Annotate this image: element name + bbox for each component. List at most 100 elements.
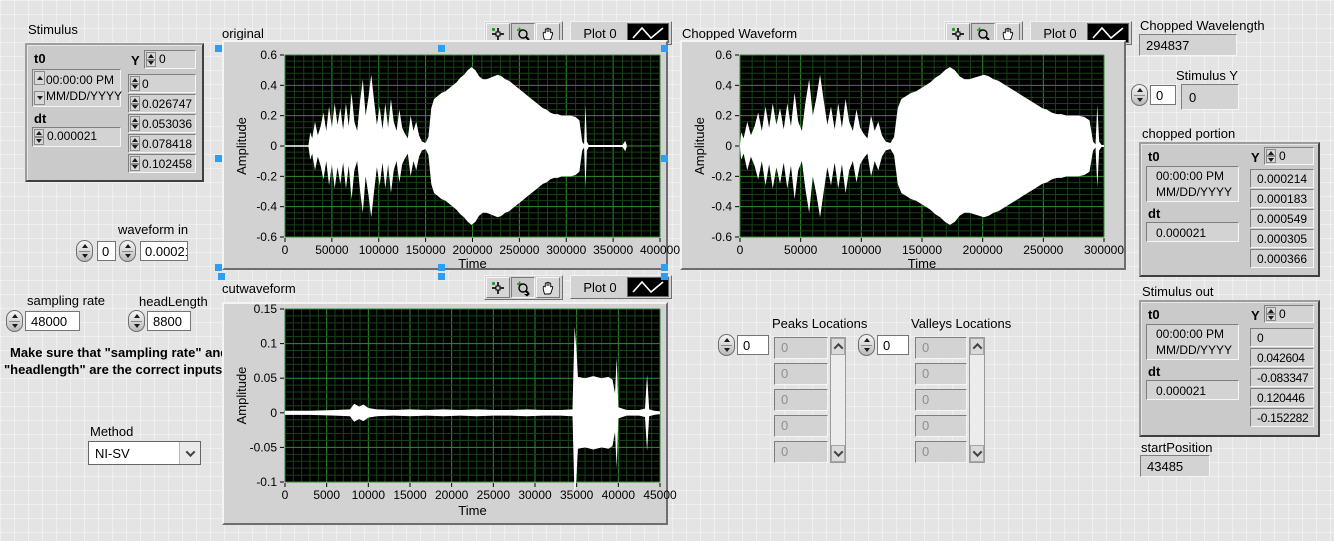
valleys-array-scrollbar[interactable]	[969, 337, 985, 463]
head-length-value[interactable]: 8800	[147, 311, 191, 331]
y-array-element[interactable]: 0.026747	[128, 94, 196, 113]
y-array-element: 0.042604	[1250, 348, 1314, 367]
dt-label: dt	[1148, 206, 1160, 221]
selection-handle[interactable]	[218, 273, 225, 280]
y-array-element: 0.000549	[1250, 209, 1314, 228]
sampling-rate-label: sampling rate	[27, 293, 105, 308]
waveform-in-value[interactable]: 0.000213	[140, 241, 188, 261]
valleys-array-element: 0	[915, 415, 967, 437]
y-index-value: 0	[159, 52, 166, 66]
t0-timestamp-field[interactable]: 00:00:00 PMMM/DD/YYYY	[32, 69, 121, 107]
dt-field[interactable]: 0.000021	[32, 127, 121, 147]
plot-legend-label: Plot 0	[573, 280, 627, 295]
y-array-element: 0.000183	[1250, 189, 1314, 208]
dt-spinner[interactable]	[34, 129, 44, 145]
labview-front-panel: Stimulus t0 00:00:00 PMMM/DD/YYYY dt 0.0…	[0, 0, 1334, 541]
svg-text:0: 0	[270, 139, 277, 153]
waveform-in-index-spinner[interactable]	[76, 240, 93, 262]
scroll-up-icon[interactable]	[970, 338, 984, 355]
cursor-tool-icon[interactable]	[486, 277, 510, 298]
peaks-array-element: 0	[774, 363, 828, 385]
selection-handle[interactable]	[215, 155, 222, 162]
method-dropdown[interactable]: NI-SV	[88, 441, 201, 465]
selection-handle[interactable]	[438, 273, 445, 280]
y-index-value: 0	[1279, 307, 1286, 321]
svg-text:Amplitude: Amplitude	[234, 117, 249, 175]
selection-handle[interactable]	[215, 45, 222, 52]
svg-text:400000: 400000	[640, 243, 680, 257]
peaks-index-spinner[interactable]	[718, 334, 735, 356]
peaks-index[interactable]: 0	[737, 335, 769, 355]
y-index-field[interactable]: 0	[1264, 305, 1314, 323]
y-array-element[interactable]: 0.053036	[128, 114, 196, 133]
y-index-spinner[interactable]	[1266, 149, 1276, 163]
y-index-field[interactable]: 0	[1264, 147, 1314, 165]
chopped-waveform-title: Chopped Waveform	[682, 26, 797, 41]
svg-text:50000: 50000	[315, 243, 349, 257]
scroll-down-icon[interactable]	[831, 445, 845, 462]
y-label: Y	[1251, 308, 1260, 323]
plot-legend-label: Plot 0	[1033, 26, 1087, 41]
svg-text:25000: 25000	[477, 488, 511, 502]
dt-value: 0.000021	[47, 129, 97, 143]
plot-legend[interactable]: Plot 0	[570, 275, 672, 299]
t0-spinner[interactable]	[34, 71, 45, 105]
sampling-rate-spinner[interactable]	[6, 310, 23, 332]
y-index-spinner[interactable]	[1266, 307, 1276, 321]
waveform-in-label: waveform in	[118, 222, 188, 237]
stimulus-y-index-spinner[interactable]	[1131, 84, 1148, 106]
selection-handle[interactable]	[661, 155, 668, 162]
sampling-rate-value[interactable]: 48000	[25, 311, 80, 331]
svg-text:0.05: 0.05	[254, 371, 278, 385]
decrement-icon[interactable]	[34, 91, 45, 105]
increment-icon[interactable]	[34, 71, 45, 85]
y-array-element[interactable]: 0.102458	[128, 154, 196, 173]
svg-text:250000: 250000	[1023, 243, 1063, 257]
svg-text:0.15: 0.15	[254, 302, 278, 316]
valleys-index[interactable]: 0	[877, 335, 909, 355]
cutwaveform-title: cutwaveform	[222, 281, 296, 296]
waveform-in-value-spinner[interactable]	[119, 240, 136, 262]
pan-tool-icon[interactable]	[536, 277, 560, 298]
y-array-element: 0.000214	[1250, 169, 1314, 188]
peaks-locations-label: Peaks Locations	[772, 316, 867, 331]
svg-text:0.2: 0.2	[715, 109, 732, 123]
selection-handle[interactable]	[438, 45, 445, 52]
cutwaveform-plot: 0500010000150002000025000300003500040000…	[224, 304, 666, 523]
svg-text:0.4: 0.4	[260, 78, 277, 92]
original-graph: 0500001000001500002000002500003000003500…	[222, 40, 668, 270]
svg-text:350000: 350000	[593, 243, 633, 257]
note-line-2: "headlength" are the correct inputs.	[4, 362, 226, 377]
chevron-down-icon[interactable]	[179, 442, 200, 464]
svg-text:40000: 40000	[602, 488, 636, 502]
svg-text:0: 0	[282, 488, 289, 502]
svg-text:200000: 200000	[963, 243, 1003, 257]
stimulus-y-index[interactable]: 0	[1150, 85, 1176, 105]
zoom-tool-icon[interactable]	[511, 277, 535, 298]
svg-text:Amplitude: Amplitude	[692, 117, 707, 175]
svg-text:300000: 300000	[1084, 243, 1124, 257]
svg-text:45000: 45000	[643, 488, 677, 502]
peaks-array-element: 0	[774, 389, 828, 411]
t0-label: t0	[1148, 149, 1160, 164]
selection-handle[interactable]	[661, 273, 668, 280]
svg-text:-0.6: -0.6	[711, 230, 732, 244]
method-label: Method	[90, 424, 133, 439]
scroll-up-icon[interactable]	[831, 338, 845, 355]
y-array-element[interactable]: 0	[128, 74, 196, 93]
selection-handle[interactable]	[661, 45, 668, 52]
valleys-locations-label: Valleys Locations	[911, 316, 1011, 331]
y-index-field[interactable]: 0	[144, 50, 196, 69]
scroll-down-icon[interactable]	[970, 445, 984, 462]
selection-handle[interactable]	[661, 264, 668, 271]
y-index-spinner[interactable]	[146, 52, 156, 67]
selection-handle[interactable]	[215, 264, 222, 271]
plot-line-style-icon[interactable]	[627, 277, 669, 297]
head-length-spinner[interactable]	[128, 310, 145, 332]
valleys-index-spinner[interactable]	[858, 334, 875, 356]
y-array-element[interactable]: 0.078418	[128, 134, 196, 153]
selection-handle[interactable]	[438, 264, 445, 271]
peaks-array-scrollbar[interactable]	[830, 337, 846, 463]
y-array-element: -0.083347	[1250, 368, 1314, 387]
waveform-in-index[interactable]: 0	[97, 241, 116, 261]
